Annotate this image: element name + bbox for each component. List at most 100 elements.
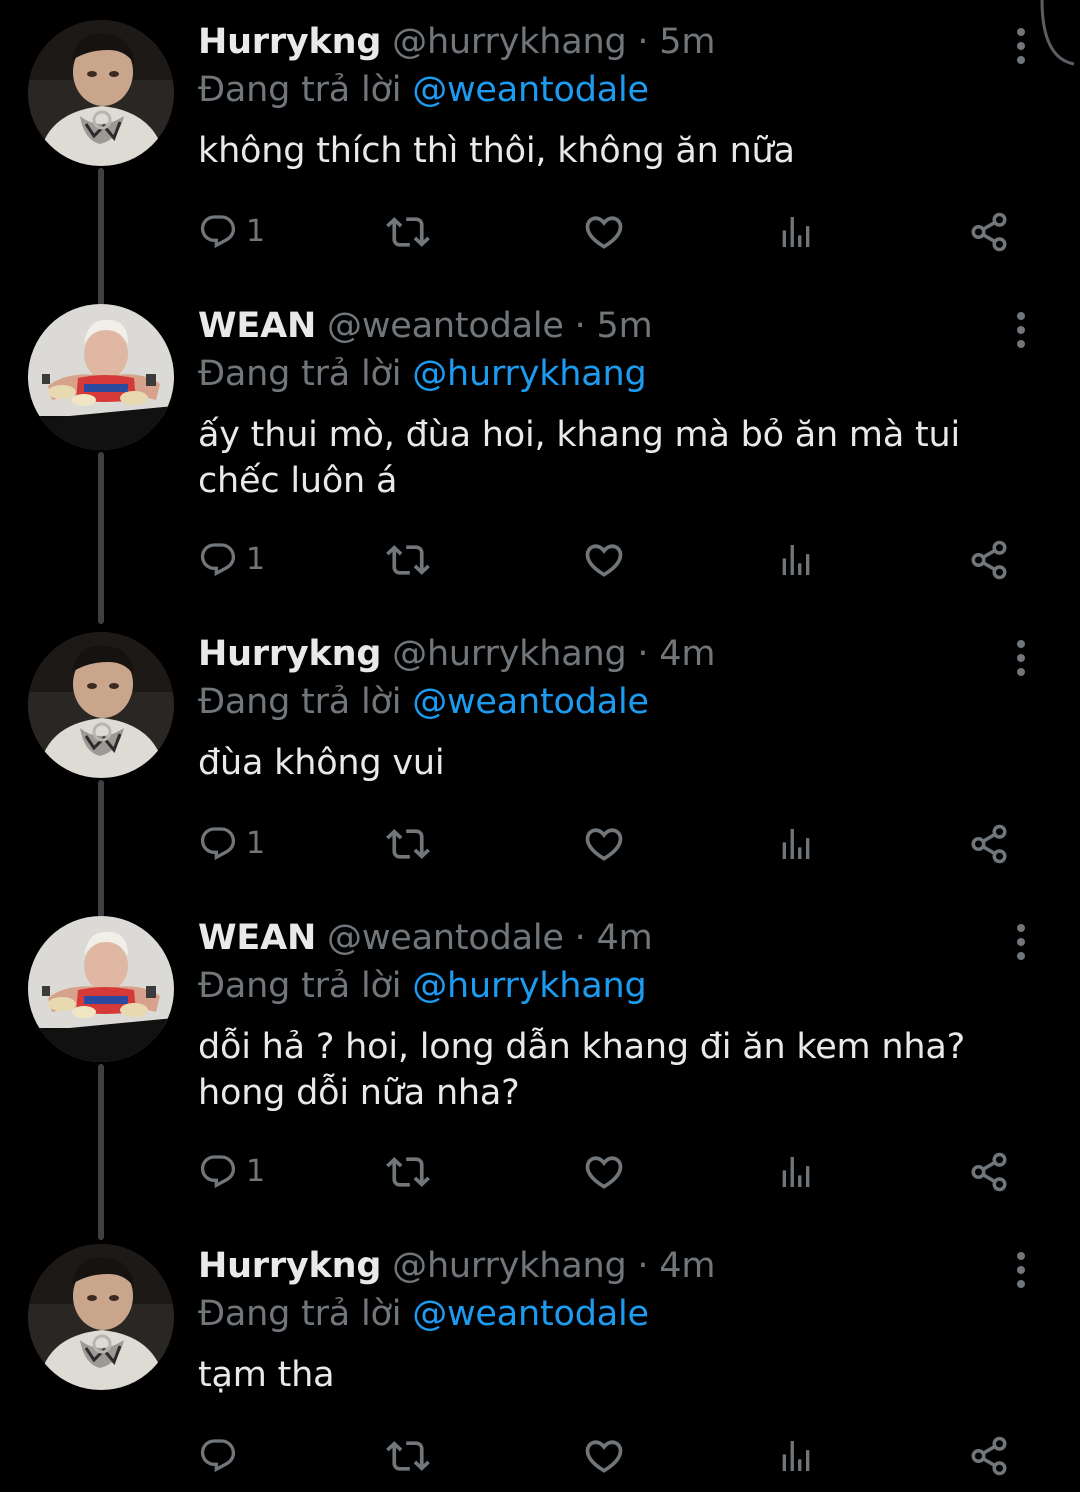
like-button[interactable] — [582, 538, 626, 582]
retweet-button[interactable] — [386, 822, 430, 866]
separator-dot: · — [574, 306, 586, 346]
retweet-button[interactable] — [386, 1150, 430, 1194]
user-handle[interactable]: @hurrykhang — [392, 22, 627, 62]
wean-avatar-image — [28, 916, 174, 1062]
more-options-icon[interactable] — [1004, 922, 1038, 962]
tweet-actions: 1 — [198, 1150, 1028, 1194]
replying-to: Đang trả lời @weantodale — [198, 680, 649, 724]
views-button[interactable] — [776, 822, 816, 866]
more-options-icon[interactable] — [1004, 26, 1038, 66]
replying-to: Đang trả lời @hurrykhang — [198, 964, 647, 1008]
thread-connector-line — [98, 780, 104, 918]
avatar[interactable] — [28, 20, 174, 166]
retweet-icon — [386, 822, 430, 866]
reply-count: 1 — [246, 826, 266, 861]
display-name[interactable]: Hurrykng — [198, 22, 381, 62]
thread-connector-line — [98, 452, 104, 624]
display-name[interactable]: WEAN — [198, 306, 316, 346]
tweet-text: dỗi hả ? hoi, long dẫn khang đi ăn kem n… — [198, 1027, 965, 1113]
like-button[interactable] — [582, 1150, 626, 1194]
like-button[interactable] — [582, 822, 626, 866]
user-handle[interactable]: @weantodale — [327, 918, 564, 958]
display-name[interactable]: Hurrykng — [198, 634, 381, 674]
tweet-header: WEAN @weantodale · 5m — [198, 304, 653, 348]
reply-icon — [198, 1152, 238, 1192]
separator-dot: · — [637, 22, 649, 62]
tweet-actions — [198, 1434, 1028, 1478]
user-handle[interactable]: @hurrykhang — [392, 634, 627, 674]
like-icon — [582, 822, 626, 866]
user-handle[interactable]: @weantodale — [327, 306, 564, 346]
reply-button[interactable] — [198, 1434, 246, 1478]
views-button[interactable] — [776, 1150, 816, 1194]
tweet-text: không thích thì thôi, không ăn nữa — [198, 131, 795, 171]
mention-link[interactable]: @hurrykhang — [412, 354, 647, 394]
scroll-edge-indicator — [1040, 0, 1075, 66]
share-button[interactable] — [968, 1434, 1010, 1478]
retweet-icon — [386, 210, 430, 254]
retweet-icon — [386, 1434, 430, 1478]
separator-dot: · — [637, 1246, 649, 1286]
tweet-actions: 1 — [198, 538, 1028, 582]
tweet-text: đùa không vui — [198, 743, 445, 783]
retweet-button[interactable] — [386, 210, 430, 254]
replying-label: Đang trả lời — [198, 70, 402, 110]
mention-link[interactable]: @weantodale — [412, 70, 649, 110]
reply-icon — [198, 540, 238, 580]
share-button[interactable] — [968, 1150, 1010, 1194]
timestamp[interactable]: 5m — [597, 306, 653, 346]
share-icon — [968, 1435, 1010, 1477]
timestamp[interactable]: 4m — [659, 1246, 715, 1286]
more-options-icon[interactable] — [1004, 310, 1038, 350]
like-button[interactable] — [582, 210, 626, 254]
avatar[interactable] — [28, 1244, 174, 1390]
separator-dot: · — [574, 918, 586, 958]
like-button[interactable] — [582, 1434, 626, 1478]
retweet-button[interactable] — [386, 1434, 430, 1478]
reply-button[interactable]: 1 — [198, 538, 265, 582]
user-handle[interactable]: @hurrykhang — [392, 1246, 627, 1286]
mention-link[interactable]: @weantodale — [412, 1294, 649, 1334]
tweet-actions: 1 — [198, 210, 1028, 254]
retweet-button[interactable] — [386, 538, 430, 582]
replying-to: Đang trả lời @weantodale — [198, 68, 649, 112]
reply-button[interactable]: 1 — [198, 822, 265, 866]
timestamp[interactable]: 5m — [659, 22, 715, 62]
reply-icon — [198, 824, 238, 864]
reply-button[interactable]: 1 — [198, 210, 265, 254]
reply-count: 1 — [246, 214, 266, 249]
replying-to: Đang trả lời @hurrykhang — [198, 352, 647, 396]
views-icon — [776, 1436, 816, 1476]
timestamp[interactable]: 4m — [659, 634, 715, 674]
views-icon — [776, 540, 816, 580]
like-icon — [582, 210, 626, 254]
avatar[interactable] — [28, 916, 174, 1062]
display-name[interactable]: WEAN — [198, 918, 316, 958]
mention-link[interactable]: @weantodale — [412, 682, 649, 722]
more-options-icon[interactable] — [1004, 1250, 1038, 1290]
tweet-text: tạm tha — [198, 1355, 335, 1395]
avatar[interactable] — [28, 304, 174, 450]
reply-button[interactable]: 1 — [198, 1150, 265, 1194]
like-icon — [582, 1150, 626, 1194]
views-button[interactable] — [776, 1434, 816, 1478]
replying-to: Đang trả lời @weantodale — [198, 1292, 649, 1336]
views-icon — [776, 824, 816, 864]
mention-link[interactable]: @hurrykhang — [412, 966, 647, 1006]
replying-label: Đang trả lời — [198, 966, 402, 1006]
views-icon — [776, 212, 816, 252]
display-name[interactable]: Hurrykng — [198, 1246, 381, 1286]
share-button[interactable] — [968, 210, 1010, 254]
reply-thread: Hurrykng @hurrykhang · 5m Đang trả lời @… — [0, 0, 1080, 1492]
views-button[interactable] — [776, 538, 816, 582]
avatar[interactable] — [28, 632, 174, 778]
retweet-icon — [386, 538, 430, 582]
share-button[interactable] — [968, 822, 1010, 866]
reply-count: 1 — [246, 1154, 266, 1189]
views-button[interactable] — [776, 210, 816, 254]
timestamp[interactable]: 4m — [597, 918, 653, 958]
more-options-icon[interactable] — [1004, 638, 1038, 678]
replying-label: Đang trả lời — [198, 682, 402, 722]
like-icon — [582, 538, 626, 582]
share-button[interactable] — [968, 538, 1010, 582]
